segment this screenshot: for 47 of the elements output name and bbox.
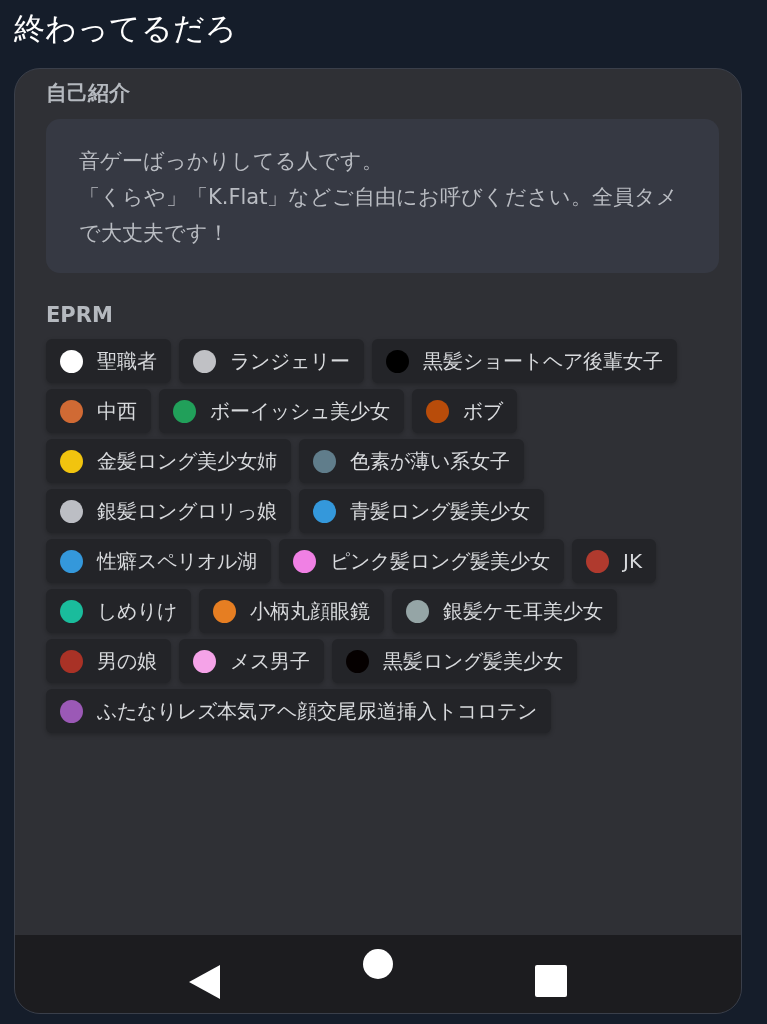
role-name: ボーイッシュ美少女 xyxy=(210,397,390,425)
role-tag[interactable]: 色素が薄い系女子 xyxy=(299,439,524,483)
role-tag[interactable]: ピンク髪ロング髪美少女 xyxy=(279,539,564,583)
role-name: しめりけ xyxy=(97,597,177,625)
role-name: 金髪ロング美少女姉 xyxy=(97,447,277,475)
section-label: EPRM xyxy=(46,302,113,329)
role-name: 黒髪ロング髪美少女 xyxy=(383,647,563,675)
role-tag[interactable]: 青髪ロング髪美少女 xyxy=(299,489,544,533)
bio-text: 「くらや」「K.Flat」などご自由にお呼びください。全員タメで大丈夫です！ xyxy=(79,184,680,247)
role-name: JK xyxy=(623,549,642,573)
role-name: ランジェリー xyxy=(230,347,350,375)
role-name: ボブ xyxy=(463,397,503,425)
role-name: 性癖スペリオル湖 xyxy=(97,547,257,575)
role-name: 小柄丸顔眼鏡 xyxy=(250,597,370,625)
role-tag[interactable]: 銀髪ケモ耳美少女 xyxy=(392,589,617,633)
role-name: 色素が薄い系女子 xyxy=(350,447,510,475)
page-title: 終わってるだろ xyxy=(14,9,237,48)
role-name: 青髪ロング髪美少女 xyxy=(350,497,530,525)
role-tag[interactable]: 銀髪ロングロリっ娘 xyxy=(46,489,291,533)
role-name: 黒髪ショートヘア後輩女子 xyxy=(423,347,663,375)
role-tag[interactable]: 金髪ロング美少女姉 xyxy=(46,439,291,483)
home-icon[interactable] xyxy=(363,949,393,979)
section-label: 自己紹介 xyxy=(46,80,130,107)
role-tag[interactable]: JK xyxy=(572,539,656,583)
role-tag[interactable]: 黒髪ロング髪美少女 xyxy=(332,639,577,683)
role-name: ふたなりレズ本気アヘ顔交尾尿道挿入トコロテン xyxy=(97,697,537,725)
role-name: メス男子 xyxy=(230,647,310,675)
role-tag[interactable]: しめりけ xyxy=(46,589,191,633)
role-name: 銀髪ケモ耳美少女 xyxy=(443,597,603,625)
role-name: 銀髪ロングロリっ娘 xyxy=(97,497,277,525)
role-tag[interactable]: ボーイッシュ美少女 xyxy=(159,389,404,433)
bio-text: 音ゲーばっかりしてる人です。 xyxy=(79,148,384,175)
role-tag[interactable]: 小柄丸顔眼鏡 xyxy=(199,589,384,633)
role-tag[interactable]: メス男子 xyxy=(179,639,324,683)
role-tag[interactable]: 中西 xyxy=(46,389,151,433)
role-tag[interactable]: 黒髪ショートヘア後輩女子 xyxy=(372,339,677,383)
role-tag[interactable]: ふたなりレズ本気アヘ顔交尾尿道挿入トコロテン xyxy=(46,689,551,733)
role-tag[interactable]: 男の娘 xyxy=(46,639,171,683)
role-name: 中西 xyxy=(97,397,137,425)
role-tag[interactable]: 性癖スペリオル湖 xyxy=(46,539,271,583)
role-name: 聖職者 xyxy=(97,347,157,375)
role-tag[interactable]: 聖職者 xyxy=(46,339,171,383)
role-tag[interactable]: ボブ xyxy=(412,389,517,433)
role-name: 男の娘 xyxy=(97,647,157,675)
role-tag[interactable]: ランジェリー xyxy=(179,339,364,383)
role-name: ピンク髪ロング髪美少女 xyxy=(330,547,550,575)
back-icon[interactable] xyxy=(189,965,221,999)
